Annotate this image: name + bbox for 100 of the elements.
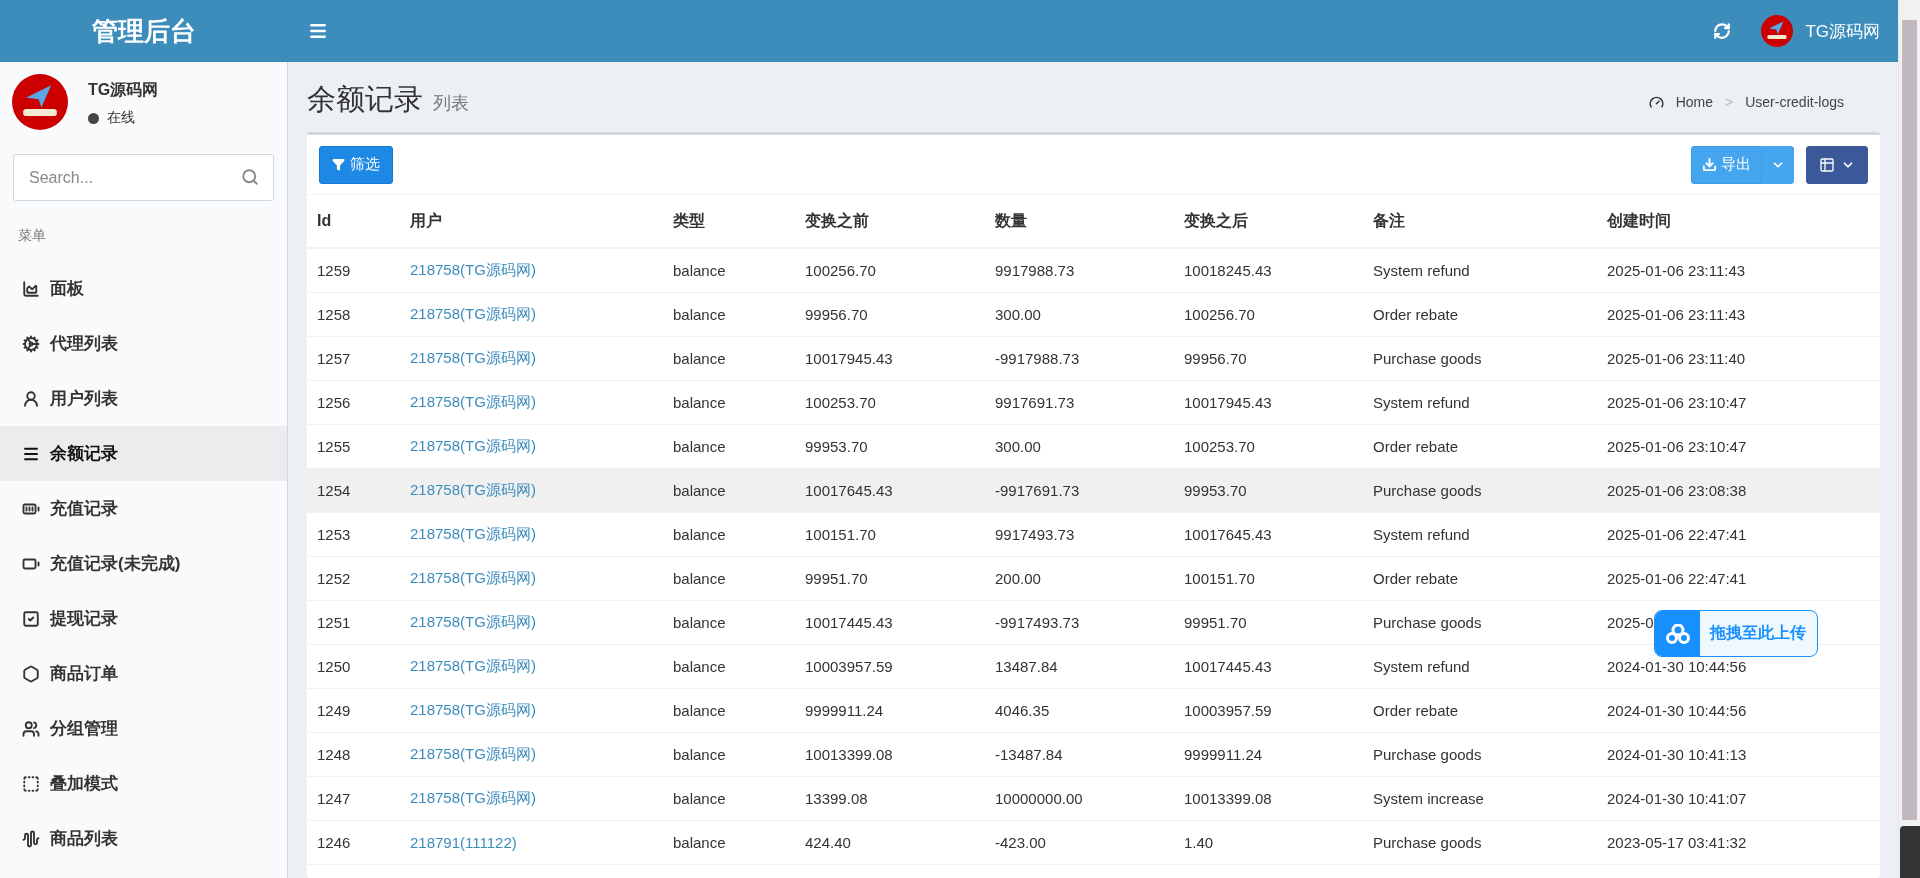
- table-cell-text: 1257: [316, 350, 352, 367]
- refresh-icon[interactable]: [1713, 22, 1732, 40]
- user-link[interactable]: 218758(TG源码网): [400, 701, 536, 718]
- column-header[interactable]: 变换之前: [795, 210, 985, 232]
- table-cell-text: 99956.70: [804, 306, 869, 323]
- breadcrumb-link[interactable]: Home: [1675, 94, 1713, 110]
- dashboard-icon: [1648, 94, 1664, 110]
- column-header[interactable]: 创建时间: [1597, 210, 1880, 232]
- section-label: 菜单: [17, 226, 47, 245]
- sidebar-item[interactable]: 充值记录(未完成): [0, 536, 287, 591]
- filter-icon: [332, 158, 345, 171]
- sidebar-item[interactable]: 充值记录: [0, 481, 287, 536]
- table-cell-text: 1254: [316, 482, 352, 499]
- breadcrumb-link[interactable]: User-credit-logs: [1745, 94, 1844, 110]
- page-subtitle: 列表: [433, 92, 469, 115]
- table-cell-text: 1.40: [1183, 834, 1215, 851]
- table-cell-text: -9917988.73: [994, 350, 1081, 367]
- table-cell-text: 10003957.59: [1183, 702, 1273, 719]
- export-dropdown-button[interactable]: [1762, 145, 1794, 184]
- download-icon: [1702, 157, 1717, 172]
- table-cell-text: balance: [672, 526, 727, 543]
- sidebar-item[interactable]: 分组管理: [0, 701, 287, 756]
- table-cell-text: balance: [672, 614, 727, 631]
- table-cell-text: 2025-01-06 22:47:41: [1606, 570, 1748, 587]
- table-cell-text: Order rebate: [1372, 702, 1460, 719]
- user-icon: [22, 389, 40, 408]
- user-link[interactable]: 218758(TG源码网): [400, 525, 536, 542]
- column-header[interactable]: 数量: [985, 210, 1174, 232]
- sidebar-item[interactable]: 叠加模式: [0, 756, 287, 811]
- table-row[interactable]: 1249 218758(TG源码网) balance 9999911.24 4046.35 10003957.59 Order rebate 2024-01-30 10:44:56: [307, 689, 1880, 733]
- table-row[interactable]: 1246 218791(111122) balance 424.40 -423.00 1.40 Purchase goods 2023-05-17 03:41:32: [307, 821, 1880, 865]
- search-field[interactable]: Search...: [13, 154, 274, 201]
- user-name[interactable]: TG源码网: [1805, 19, 1880, 43]
- user-link[interactable]: 218758(TG源码网): [400, 305, 536, 322]
- sidebar-item[interactable]: 面板: [0, 261, 287, 316]
- table-row[interactable]: 1252 218758(TG源码网) balance 99951.70 200.00 100151.70 Order rebate 2025-01-06 22:47:41: [307, 557, 1880, 601]
- status-text: 在线: [107, 109, 135, 127]
- table-cell-text: Purchase goods: [1372, 746, 1483, 763]
- sidebar-item[interactable]: 提现记录: [0, 591, 287, 646]
- table-cell-text: 9999911.24: [804, 702, 885, 719]
- table-cell-text: 2025-0: [1606, 614, 1655, 631]
- status-dot: [88, 112, 99, 124]
- table-row[interactable]: 1258 218758(TG源码网) balance 99956.70 300.00 100256.70 Order rebate 2025-01-06 23:11:43: [307, 293, 1880, 337]
- table-cell-text: Order rebate: [1372, 306, 1460, 323]
- table-cell-text: 1253: [316, 526, 352, 543]
- table-cell-text: 1248: [316, 746, 352, 763]
- column-header[interactable]: 类型: [663, 210, 795, 232]
- sidebar-item[interactable]: 代理列表: [0, 316, 287, 371]
- table-cell-text: 200.00: [994, 570, 1042, 587]
- column-header[interactable]: 备注: [1363, 210, 1597, 232]
- table-row[interactable]: 1254 218758(TG源码网) balance 10017645.43 -9917691.73 99953.70 Purchase goods 2025-01-06 23:08:38: [307, 469, 1880, 513]
- user-link[interactable]: 218758(TG源码网): [400, 789, 536, 806]
- table-row[interactable]: 1259 218758(TG源码网) balance 100256.70 9917988.73 10018245.43 System refund 2025-01-06 23:11:43: [307, 249, 1880, 293]
- table-cell-text: Purchase goods: [1372, 350, 1483, 367]
- brand-title: 管理后台: [91, 14, 197, 48]
- user-link[interactable]: 218758(TG源码网): [400, 569, 536, 586]
- table-row[interactable]: 1256 218758(TG源码网) balance 100253.70 9917691.73 10017945.43 System refund 2025-01-06 23:10:47: [307, 381, 1880, 425]
- table-cell-text: 2024-01-30 10:41:07: [1606, 790, 1748, 807]
- table-row[interactable]: 1253 218758(TG源码网) balance 100151.70 9917493.73 10017645.43 System refund 2025-01-06 22:47:41: [307, 513, 1880, 557]
- table-cell-text: 99953.70: [1183, 482, 1248, 499]
- user-link[interactable]: 218758(TG源码网): [400, 613, 536, 630]
- sidebar-item[interactable]: 商品列表: [0, 811, 287, 866]
- avatar-icon: [12, 74, 68, 130]
- table-cell-text: Purchase goods: [1372, 614, 1483, 631]
- table-cell-text: 1247: [316, 790, 352, 807]
- table-row[interactable]: 1247 218758(TG源码网) balance 13399.08 10000000.00 10013399.08 System increase 2024-01-30 10:41:07: [307, 777, 1880, 821]
- table-cell-text: balance: [672, 262, 727, 279]
- scrollbar[interactable]: [1898, 0, 1920, 878]
- sidebar-item[interactable]: 用户列表: [0, 371, 287, 426]
- table-cell-text: Purchase goods: [1372, 834, 1483, 851]
- columns-button[interactable]: [1806, 145, 1868, 184]
- filter-button[interactable]: 筛选: [319, 145, 393, 184]
- column-header[interactable]: Id: [307, 212, 400, 230]
- table-cell-text: 2024-01-30 10:44:56: [1606, 702, 1748, 719]
- wave-icon: [22, 829, 40, 848]
- user-link[interactable]: 218758(TG源码网): [400, 745, 536, 762]
- user-link[interactable]: 218758(TG源码网): [400, 349, 536, 366]
- table-row[interactable]: 1257 218758(TG源码网) balance 10017945.43 -9917988.73 99956.70 Purchase goods 2025-01-06 23:11:40: [307, 337, 1880, 381]
- dashed-square-icon: [22, 774, 40, 793]
- table-cell-text: 1255: [316, 438, 352, 455]
- table-cell-text: 10017945.43: [1183, 394, 1273, 411]
- table-cell-text: 10000000.00: [994, 790, 1084, 807]
- table-cell-text: balance: [672, 658, 727, 675]
- table-cell-text: 100253.70: [804, 394, 877, 411]
- column-header[interactable]: 变换之后: [1174, 210, 1363, 232]
- column-header[interactable]: 用户: [400, 210, 663, 232]
- search-icon[interactable]: [241, 168, 259, 186]
- user-link[interactable]: 218791(111122): [400, 833, 517, 851]
- hexagon-icon: [22, 664, 40, 683]
- table-row[interactable]: 1248 218758(TG源码网) balance 10013399.08 -13487.84 9999911.24 Purchase goods 2024-01-30 10:41:13: [307, 733, 1880, 777]
- table-cell-text: 2023-05-17 03:41:32: [1606, 834, 1748, 851]
- user-link[interactable]: 218758(TG源码网): [400, 437, 536, 454]
- user-link[interactable]: 218758(TG源码网): [400, 657, 536, 674]
- table-cell-text: 2025-01-06 23:08:38: [1606, 482, 1748, 499]
- sidebar-item[interactable]: 余额记录: [0, 426, 287, 481]
- sidebar-item[interactable]: 商品订单: [0, 646, 287, 701]
- avatar-icon: [1761, 15, 1794, 47]
- user-link[interactable]: 218758(TG源码网): [400, 393, 536, 410]
- table-cell-text: 99951.70: [804, 570, 869, 587]
- user-link[interactable]: 218758(TG源码网): [400, 261, 536, 278]
